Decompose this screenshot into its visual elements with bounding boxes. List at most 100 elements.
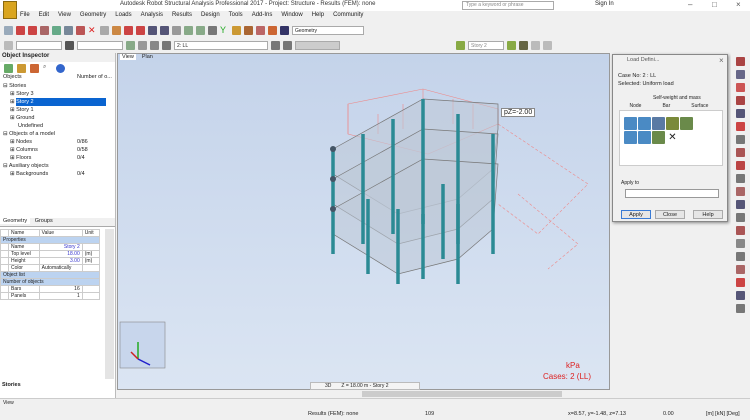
tab-stories[interactable]: Stories [2, 382, 21, 388]
maximize-button[interactable]: □ [712, 0, 717, 9]
properties-scrollbar[interactable] [105, 229, 114, 379]
material-select[interactable] [77, 40, 123, 50]
tree-item-backgrounds[interactable]: ⊞ Backgrounds 0/4 [0, 170, 115, 178]
table-icon[interactable] [160, 25, 169, 35]
search-icon[interactable]: ⌕ [43, 64, 52, 73]
story-table-icon[interactable] [531, 40, 540, 50]
redo-icon[interactable] [136, 25, 145, 35]
arches-icon[interactable] [736, 265, 745, 274]
tree-item-objects[interactable]: ⊟ Objects of a model [0, 130, 115, 138]
tree-item-auxiliary[interactable]: ⊟ Auxiliary objects [0, 162, 115, 170]
menu-help[interactable]: Help [312, 12, 324, 22]
thermal-load-icon[interactable] [666, 117, 679, 130]
story-icon[interactable] [456, 40, 465, 50]
group-object-list[interactable]: Object list [0, 271, 100, 279]
paste-icon[interactable] [100, 25, 109, 35]
snap-icon[interactable] [736, 304, 745, 313]
new-icon[interactable] [4, 25, 13, 35]
tree-icon[interactable] [4, 64, 13, 73]
menu-file[interactable]: File [20, 12, 30, 22]
hydrostatic-load-icon[interactable] [652, 117, 665, 130]
combination-icon[interactable] [271, 40, 280, 50]
sign-in-link[interactable]: Sign In [595, 1, 614, 7]
structure-model[interactable] [118, 54, 611, 391]
story-down-icon[interactable] [519, 40, 528, 50]
tab-surface[interactable]: Surface [691, 103, 708, 109]
analysis-icon[interactable] [244, 25, 253, 35]
tree-item-columns[interactable]: ⊞ Columns 0/58 [0, 146, 115, 154]
calc-icon[interactable] [148, 25, 157, 35]
case-icon[interactable] [162, 40, 171, 50]
group-number-objects[interactable]: Number of objects [0, 278, 100, 286]
edge-load-icon[interactable] [652, 131, 665, 144]
delete-icon[interactable]: ✕ [88, 25, 97, 35]
print-icon[interactable] [40, 25, 49, 35]
panels-icon[interactable] [736, 174, 745, 183]
point-load-icon[interactable] [624, 131, 637, 144]
thickness-icon[interactable] [736, 200, 745, 209]
section-select[interactable] [16, 40, 62, 50]
zoom-out-icon[interactable] [196, 25, 205, 35]
copy-icon[interactable] [76, 25, 85, 35]
load-case-select[interactable]: 2: LL [174, 40, 268, 50]
planar-load-icon[interactable] [638, 117, 651, 130]
tree-item-nodes[interactable]: ⊞ Nodes 0/86 [0, 138, 115, 146]
horizontal-scrollbar[interactable] [362, 391, 562, 397]
menu-window[interactable]: Window [281, 12, 302, 22]
zoom-icon[interactable] [172, 25, 181, 35]
cases-icon[interactable] [150, 40, 159, 50]
layout-icon[interactable] [280, 25, 289, 35]
menu-tools[interactable]: Tools [229, 12, 243, 22]
tree-item-story-3[interactable]: ⊞ Story 3 [0, 90, 115, 98]
info-icon[interactable] [56, 64, 65, 73]
tab-bar[interactable]: Bar [662, 103, 670, 109]
results-icon[interactable] [256, 25, 265, 35]
tree-item-undefined[interactable]: Undefined [0, 122, 115, 130]
bars-icon[interactable] [736, 57, 745, 66]
story-list-icon[interactable] [543, 40, 552, 50]
zoom-in-icon[interactable] [184, 25, 193, 35]
openings-icon[interactable] [736, 187, 745, 196]
panel-icon[interactable] [138, 40, 147, 50]
sort-icon[interactable] [30, 64, 39, 73]
menu-community[interactable]: Community [333, 12, 363, 22]
tools-icon[interactable] [52, 25, 61, 35]
delete-load-icon[interactable]: ✕ [666, 131, 679, 144]
tree-item-story-2[interactable]: ⊞ Story 2 [0, 98, 115, 106]
menu-design[interactable]: Design [201, 12, 220, 22]
filter-tree-icon[interactable] [17, 64, 26, 73]
save-icon[interactable] [28, 25, 37, 35]
tree-item-ground[interactable]: ⊞ Ground [0, 114, 115, 122]
apply-button[interactable]: Apply [621, 210, 651, 219]
group-properties[interactable]: Properties [0, 236, 100, 244]
menu-addins[interactable]: Add-Ins [252, 12, 273, 22]
trusses-icon[interactable] [736, 252, 745, 261]
story-up-icon[interactable] [507, 40, 516, 50]
story-select[interactable]: Story 2 [468, 40, 504, 50]
nodes-icon[interactable] [736, 70, 745, 79]
menu-edit[interactable]: Edit [39, 12, 49, 22]
filter-icon[interactable]: Y [220, 25, 229, 35]
tab-groups[interactable]: Groups [32, 218, 56, 224]
story-navigator[interactable]: 3D Z = 18.00 m - Story 2 [310, 382, 420, 390]
3d-viewport[interactable]: View Plan pZ=-2.00 kPa Cases: 2 (LL) 3D Z… [117, 53, 610, 390]
display-icon[interactable] [208, 25, 217, 35]
solids-icon[interactable] [736, 226, 745, 235]
menu-view[interactable]: View [58, 12, 71, 22]
sections-icon[interactable] [736, 96, 745, 105]
dialog-close-icon[interactable]: × [719, 56, 724, 65]
combos-icon[interactable] [736, 291, 745, 300]
menu-analysis[interactable]: Analysis [141, 12, 163, 22]
open-icon[interactable] [16, 25, 25, 35]
minimize-button[interactable]: – [688, 0, 692, 9]
node-icon[interactable] [4, 40, 13, 50]
profile-icon[interactable] [736, 161, 745, 170]
search-input[interactable]: Type a keyword or phrase [462, 1, 554, 10]
bar-icon[interactable] [65, 40, 74, 50]
mesh-icon[interactable] [736, 213, 745, 222]
close-button[interactable]: × [736, 0, 741, 9]
loads-icon[interactable] [232, 25, 241, 35]
loads-side-icon[interactable] [736, 278, 745, 287]
mode-icon[interactable] [283, 40, 292, 50]
property-icon[interactable] [112, 25, 121, 35]
